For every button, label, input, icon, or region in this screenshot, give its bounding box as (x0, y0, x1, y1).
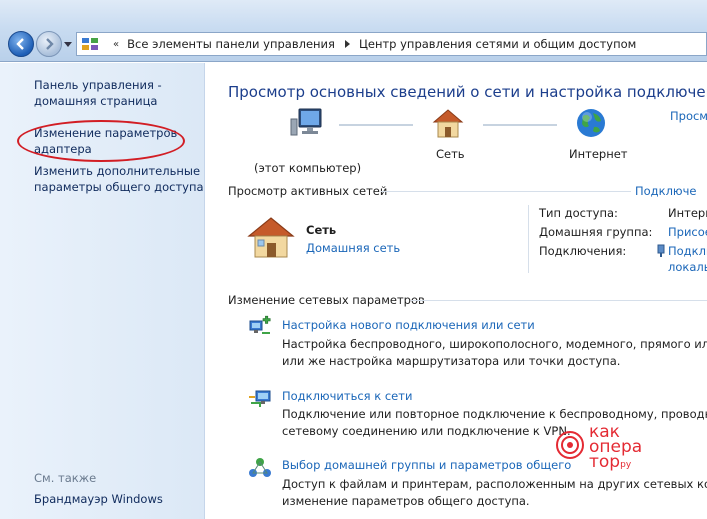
sidebar-firewall-link[interactable]: Брандмауэр Windows (34, 491, 163, 507)
arrow-right-icon (46, 38, 54, 50)
sidebar-sharing-line2: параметры общего доступа (34, 180, 204, 194)
watermark-logo-icon (556, 431, 584, 459)
sidebar: Панель управления - домашняя страница Из… (0, 63, 205, 519)
breadcrumb-all-items[interactable]: Все элементы панели управления (127, 37, 335, 51)
ethernet-icon (657, 244, 665, 257)
sidebar-home-link[interactable]: Панель управления - домашняя страница (34, 77, 162, 109)
task-desc-line: Подключение или повторное подключение к … (282, 407, 707, 421)
homegroup-label: Домашняя группа: (539, 225, 653, 239)
task-desc-line: изменение параметров общего доступа. (282, 494, 530, 508)
watermark: как опера торру (555, 424, 665, 475)
section-divider (411, 300, 707, 301)
connect-to-network-icon (249, 390, 271, 407)
internet-globe-icon (577, 109, 605, 137)
arrow-left-icon (16, 38, 24, 50)
computer-icon (290, 108, 322, 136)
forward-button[interactable] (36, 31, 62, 57)
network-type-link[interactable]: Домашняя сеть (306, 241, 400, 255)
map-computer-label: (этот компьютер) (254, 161, 362, 175)
new-connection-icon (249, 315, 271, 334)
highlight-oval (17, 120, 185, 162)
control-panel-icon (82, 38, 98, 50)
map-connector-line (339, 124, 413, 126)
page-title: Просмотр основных сведений о сети и наст… (228, 83, 707, 101)
task-desc-line: или же настройка маршрутизатора или точк… (282, 354, 621, 368)
setup-new-connection-link[interactable]: Настройка нового подключения или сети (282, 318, 535, 332)
task-desc-line: Настройка беспроводного, широкополосного… (282, 337, 707, 351)
sidebar-home-line2: домашняя страница (34, 94, 158, 108)
back-button[interactable] (8, 31, 34, 57)
connection-link[interactable]: Подклю (668, 244, 707, 258)
view-full-map-link[interactable]: Просм (670, 109, 707, 123)
section-divider (381, 191, 631, 192)
home-network-icon (247, 217, 295, 258)
map-internet-label: Интернет (569, 147, 628, 161)
chevron-down-icon[interactable] (64, 40, 72, 48)
breadcrumb-overflow[interactable]: « (113, 39, 119, 50)
address-bar: « Все элементы панели управления Центр у… (0, 0, 707, 62)
homegroup-icon (249, 458, 271, 477)
connect-disconnect-link[interactable]: Подключе (635, 184, 696, 198)
network-name: Сеть (306, 223, 337, 237)
see-also-heading: См. также (34, 471, 97, 485)
change-settings-heading: Изменение сетевых параметров (228, 293, 425, 307)
access-type-value: Интерн (668, 206, 707, 220)
sidebar-sharing-line1: Изменить дополнительные (34, 164, 201, 178)
sidebar-sharing-settings-link[interactable]: Изменить дополнительные параметры общего… (34, 163, 204, 195)
connection-link-line2[interactable]: локаль (668, 260, 707, 274)
breadcrumb[interactable]: « Все элементы панели управления Центр у… (76, 32, 707, 56)
map-network-label: Сеть (436, 147, 465, 161)
homegroup-sharing-desc: Доступ к файлам и принтерам, расположенн… (282, 476, 707, 510)
watermark-line3: тор (589, 452, 621, 472)
homegroup-link[interactable]: Присое (668, 225, 707, 239)
breadcrumb-network-center[interactable]: Центр управления сетями и общим доступом (359, 37, 636, 51)
map-connector-line (483, 124, 557, 126)
homegroup-sharing-link[interactable]: Выбор домашней группы и параметров общег… (282, 458, 571, 472)
connections-label: Подключения: (539, 244, 627, 258)
chevron-right-icon[interactable] (343, 40, 351, 48)
connect-to-network-link[interactable]: Подключиться к сети (282, 389, 412, 403)
properties-divider (528, 205, 529, 273)
network-house-icon (432, 109, 464, 138)
access-type-label: Тип доступа: (539, 206, 618, 220)
active-networks-heading: Просмотр активных сетей (228, 184, 388, 198)
sidebar-home-line1: Панель управления - (34, 78, 162, 92)
task-desc-line: Доступ к файлам и принтерам, расположенн… (282, 477, 707, 491)
setup-new-connection-desc: Настройка беспроводного, широкополосного… (282, 336, 707, 370)
watermark-suffix: ру (620, 460, 632, 470)
watermark-text: как опера торру (589, 424, 642, 473)
